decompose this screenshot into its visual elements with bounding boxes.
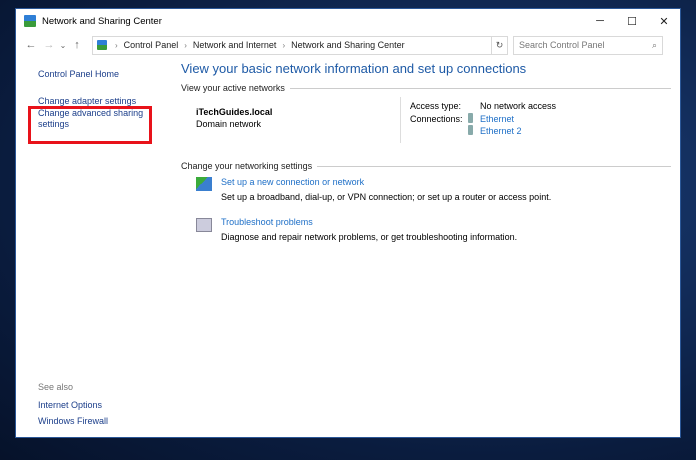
search-input[interactable]: Search Control Panel ⌕ — [513, 35, 663, 55]
section-active-networks: View your active networks — [181, 83, 671, 93]
access-type-value: No network access — [480, 101, 557, 111]
highlight-box — [28, 106, 152, 144]
setup-connection-desc: Set up a broadband, dial-up, or VPN conn… — [221, 192, 552, 202]
internet-options-link[interactable]: Internet Options — [38, 400, 108, 410]
see-also: See also Internet Options Windows Firewa… — [38, 382, 108, 432]
ethernet-icon — [468, 113, 473, 123]
page-title: View your basic network information and … — [181, 61, 527, 76]
search-icon: ⌕ — [651, 39, 657, 50]
see-also-label: See also — [38, 382, 74, 392]
ethernet-icon — [468, 125, 473, 135]
up-button[interactable]: ↑ — [68, 39, 86, 51]
section-label: View your active networks — [181, 83, 285, 93]
main-content: View your basic network information and … — [181, 61, 671, 261]
windows-firewall-link[interactable]: Windows Firewall — [38, 416, 108, 426]
access-type-label: Access type: — [410, 101, 462, 111]
breadcrumb-item[interactable]: Control Panel — [124, 40, 179, 50]
minimize-button[interactable]: ─ — [584, 9, 616, 33]
address-bar[interactable]: › Control Panel › Network and Internet › Ne… — [92, 35, 492, 55]
troubleshoot-desc: Diagnose and repair network problems, or… — [221, 232, 518, 242]
ethernet-2-link[interactable]: Ethernet 2 — [480, 126, 522, 136]
maximize-button[interactable]: ☐ — [616, 9, 648, 33]
navigation-bar: ← → ⌄ ↑ › Control Panel › Network and Inte… — [16, 33, 680, 57]
breadcrumb-item[interactable]: Network and Internet — [193, 40, 277, 50]
sidebar-item-control-panel-home[interactable]: Control Panel Home — [38, 69, 178, 80]
window: Network and Sharing Center ─ ☐ ✕ ← → ⌄ ↑… — [15, 8, 681, 438]
close-button[interactable]: ✕ — [648, 9, 680, 33]
setup-connection-link[interactable]: Set up a new connection or network — [221, 177, 364, 187]
recent-locations-button[interactable]: ⌄ — [58, 41, 68, 50]
section-label: Change your networking settings — [181, 161, 313, 171]
ethernet-link[interactable]: Ethernet — [480, 114, 514, 124]
breadcrumb-item[interactable]: Network and Sharing Center — [291, 40, 405, 50]
network-name: iTechGuides.local — [196, 107, 273, 117]
forward-button[interactable]: → — [40, 39, 58, 51]
network-type: Domain network — [196, 119, 262, 129]
back-button[interactable]: ← — [22, 39, 40, 51]
network-center-icon — [24, 15, 36, 27]
active-network: iTechGuides.local Domain network Access … — [181, 93, 671, 161]
refresh-button[interactable]: ↻ — [492, 35, 508, 55]
network-center-icon — [97, 40, 107, 50]
connections-label: Connections: — [410, 114, 463, 124]
troubleshoot-icon — [196, 218, 212, 232]
title-bar: Network and Sharing Center ─ ☐ ✕ — [16, 9, 680, 33]
troubleshoot-link[interactable]: Troubleshoot problems — [221, 217, 313, 227]
section-change-settings: Change your networking settings — [181, 161, 671, 171]
search-placeholder: Search Control Panel — [519, 40, 605, 50]
new-connection-icon — [196, 177, 212, 191]
window-title: Network and Sharing Center — [42, 15, 162, 27]
